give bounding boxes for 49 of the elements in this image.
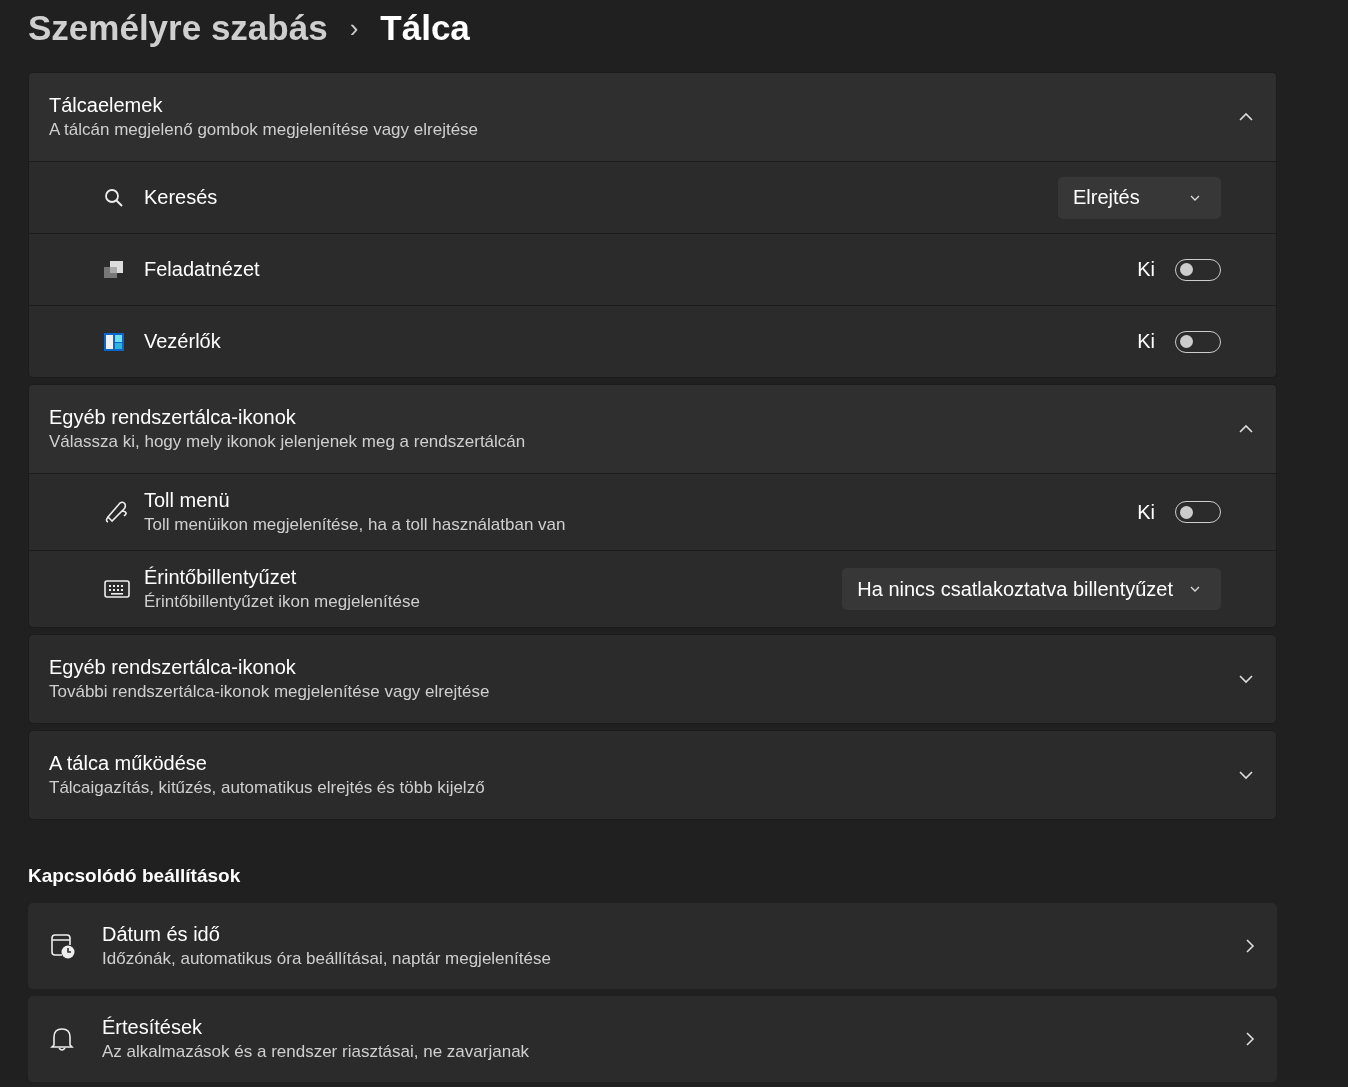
pen-icon — [104, 499, 130, 525]
section-title: Egyéb rendszertálca-ikonok — [49, 406, 297, 429]
section-header[interactable]: A tálca működése Tálcaigazítás, kitűzés, automatikus elrejtés és több kijelző — [29, 731, 1276, 819]
section-subtitle: Válassza ki, hogy mely ikonok jelenjenek meg a rendszertálcán — [49, 432, 527, 452]
toggle-state-label: Ki — [1137, 500, 1155, 524]
setting-description: Toll menüikon megjelenítése, ha a toll használatban van — [144, 515, 567, 535]
setting-label: Keresés — [144, 186, 219, 209]
search-icon — [104, 187, 124, 208]
toggle-state-label: Ki — [1137, 258, 1155, 281]
setting-description: Érintőbillentyűzet ikon megjelenítése — [144, 592, 421, 612]
setting-label: Érintőbillentyűzet — [144, 566, 298, 589]
section-header[interactable]: Egyéb rendszertálca-ikonok Válassza ki, hogy mely ikonok jelenjenek meg a rendszertálcán — [29, 385, 1276, 473]
section-heading: Kapcsolódó beállítások — [28, 865, 242, 887]
setting-label: Feladatnézet — [144, 258, 261, 281]
chevron-right-icon — [1245, 1031, 1255, 1047]
dropdown[interactable]: Ha nincs csatlakoztatva billentyűzet — [842, 568, 1221, 610]
breadcrumb-parent[interactable]: Személyre szabás — [28, 8, 328, 48]
chevron-down-icon — [1189, 585, 1201, 593]
section-header[interactable]: Tálcaelemek A tálcán megjelenő gombok megjelenítése vagy elrejtése — [29, 73, 1276, 161]
section-title: Egyéb rendszertálca-ikonok — [49, 656, 297, 679]
link-subtitle: Időzónák, automatikus óra beállításai, naptár megjelenítése — [102, 949, 552, 969]
section-header[interactable]: Egyéb rendszertálca-ikonok További rendszertálca-ikonok megjelenítése vagy elrejtése — [29, 635, 1276, 723]
link-subtitle: Az alkalmazások és a rendszer riasztásai, ne zavarjanak — [102, 1042, 531, 1062]
setting-label: Vezérlők — [144, 330, 222, 353]
breadcrumb-separator: › — [349, 12, 359, 44]
overlapping-squares-icon — [104, 260, 124, 279]
chevron-down-icon[interactable] — [1238, 770, 1254, 780]
settings-link-card[interactable]: Értesítések Az alkalmazások és a rendszer riasztásai, ne zavarjanak — [28, 996, 1277, 1082]
link-title: Dátum és idő — [102, 923, 221, 946]
keyboard-icon — [104, 580, 130, 598]
section-title: Tálcaelemek — [49, 94, 164, 117]
chevron-up-icon[interactable] — [1238, 424, 1254, 434]
page-title: Tálca — [380, 8, 470, 48]
dropdown[interactable]: Elrejtés — [1058, 176, 1221, 219]
chevron-right-icon — [1245, 938, 1255, 954]
calendar-clock-icon — [50, 933, 76, 959]
bell-icon — [50, 1026, 74, 1052]
setting-label: Toll menü — [144, 489, 231, 512]
toggle-state-label: Ki — [1137, 330, 1155, 353]
section-subtitle: További rendszertálca-ikonok megjelenítése vagy elrejtése — [49, 682, 491, 702]
chevron-down-icon — [1189, 193, 1201, 202]
section-subtitle: Tálcaigazítás, kitűzés, automatikus elrejtés és több kijelző — [49, 778, 486, 798]
chevron-down-icon[interactable] — [1238, 674, 1254, 684]
section-subtitle: A tálcán megjelenő gombok megjelenítése vagy elrejtése — [49, 120, 480, 140]
settings-link-card[interactable]: Dátum és idő Időzónák, automatikus óra beállításai, naptár megjelenítése — [28, 903, 1277, 989]
link-title: Értesítések — [102, 1016, 204, 1039]
chevron-up-icon[interactable] — [1238, 112, 1254, 122]
section-title: A tálca működése — [49, 752, 208, 775]
widgets-icon — [104, 332, 124, 351]
